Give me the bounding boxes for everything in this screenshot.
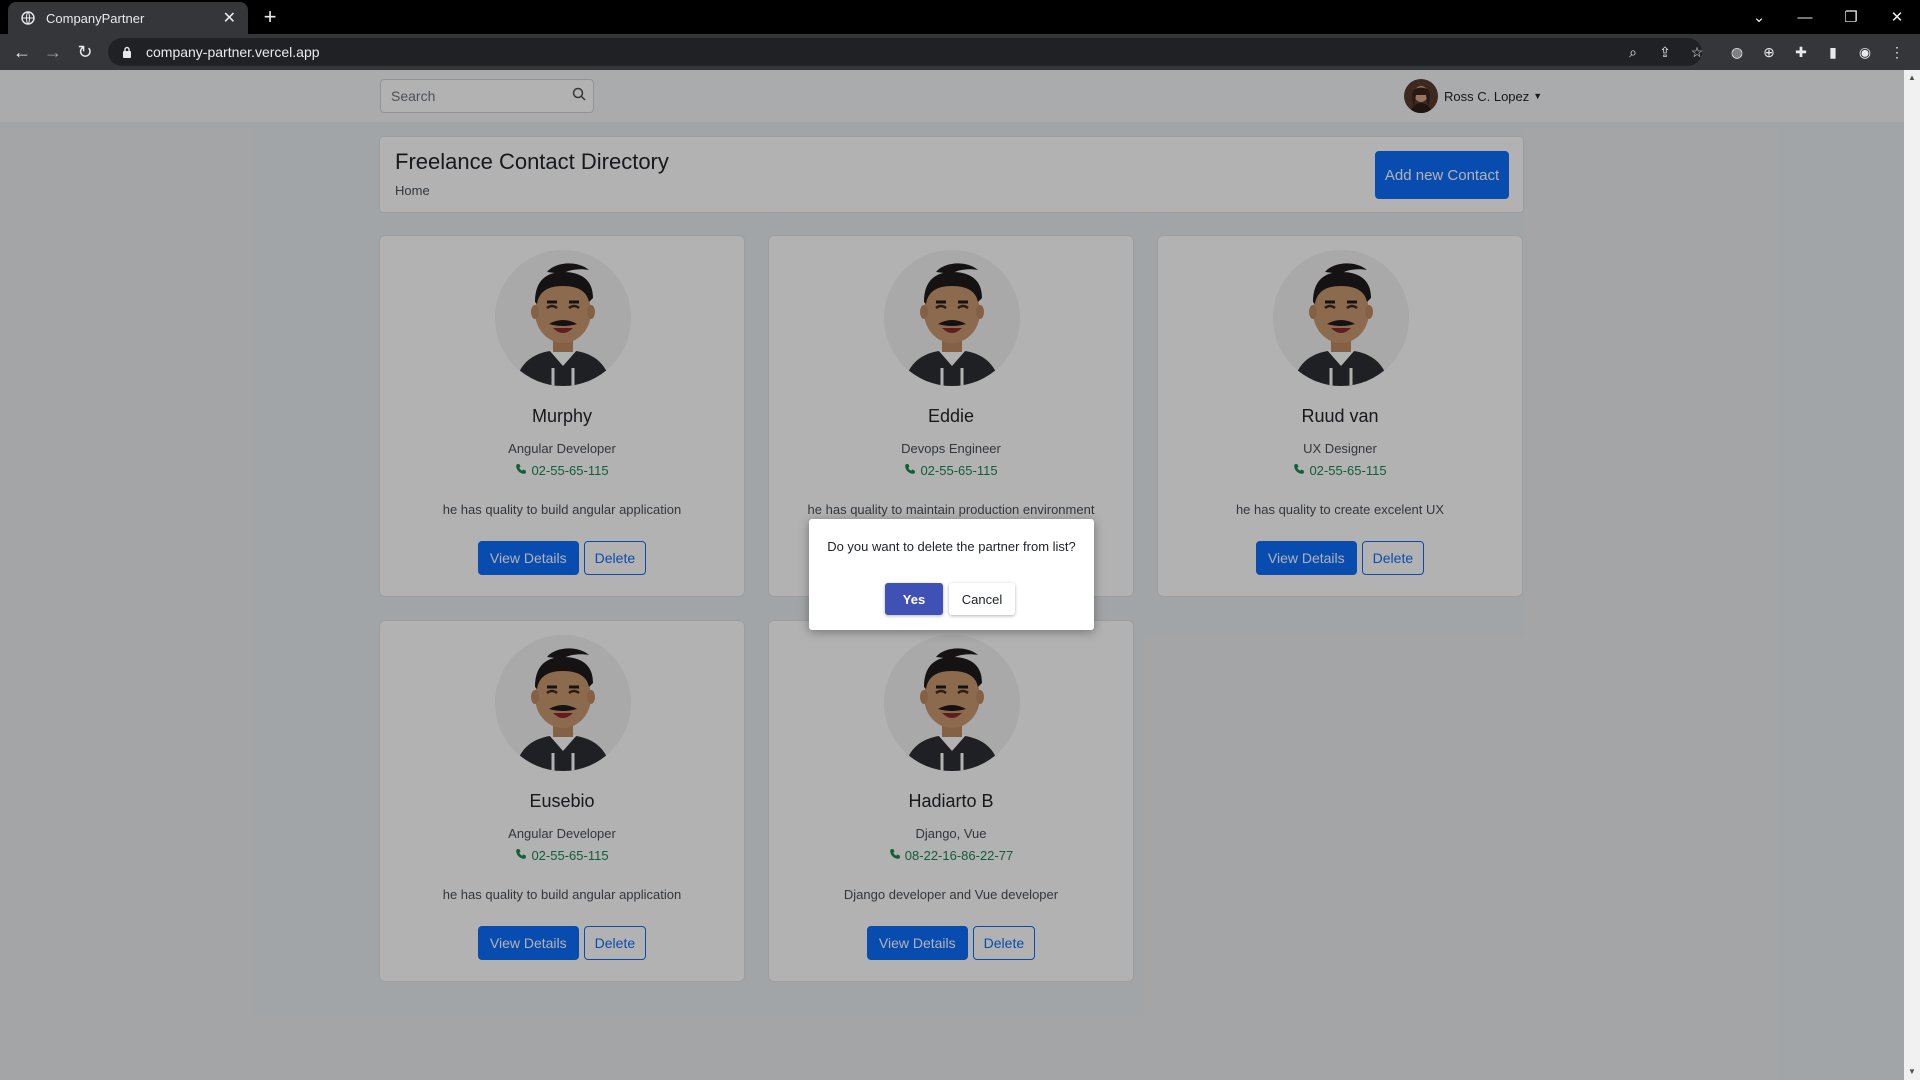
tab-title: CompanyPartner bbox=[46, 10, 145, 26]
restore-icon[interactable]: ❐ bbox=[1828, 0, 1874, 34]
browser-toolbar: ← → ↻ company-partner.vercel.app ⌕ ⇪ ☆ ◍… bbox=[0, 34, 1920, 70]
browser-tabbar: CompanyPartner ✕ + ⌄ — ❐ ✕ bbox=[0, 0, 1920, 34]
page-viewport: Ross C. Lopez ▼ Freelance Contact Direct… bbox=[0, 70, 1904, 1080]
extension-b-icon[interactable]: ⊕ bbox=[1759, 42, 1779, 62]
browser-tab[interactable]: CompanyPartner ✕ bbox=[8, 2, 248, 34]
minimize-icon[interactable]: — bbox=[1782, 0, 1828, 34]
menu-icon[interactable]: ⋮ bbox=[1887, 42, 1907, 62]
close-tab-icon[interactable]: ✕ bbox=[223, 8, 236, 28]
forward-icon[interactable]: → bbox=[41, 40, 65, 64]
new-tab-icon[interactable]: + bbox=[258, 5, 282, 29]
profile-icon[interactable]: ◉ bbox=[1855, 42, 1875, 62]
tab-search-icon[interactable]: ⌄ bbox=[1736, 0, 1782, 34]
scroll-down-icon[interactable]: ▼ bbox=[1904, 1064, 1920, 1080]
confirm-cancel-button[interactable]: Cancel bbox=[949, 583, 1015, 615]
dialog-message: Do you want to delete the partner from l… bbox=[827, 539, 1076, 554]
side-panel-icon[interactable]: ▮ bbox=[1823, 42, 1843, 62]
url-text: company-partner.vercel.app bbox=[146, 44, 320, 60]
star-icon[interactable]: ☆ bbox=[1687, 42, 1707, 62]
extension-a-icon[interactable]: ◍ bbox=[1727, 42, 1747, 62]
confirm-yes-button[interactable]: Yes bbox=[885, 583, 943, 615]
back-icon[interactable]: ← bbox=[10, 40, 34, 64]
zoom-icon[interactable]: ⌕ bbox=[1623, 42, 1643, 62]
address-bar[interactable]: company-partner.vercel.app bbox=[108, 38, 1702, 66]
lock-icon bbox=[122, 46, 134, 58]
scroll-up-icon[interactable]: ▲ bbox=[1904, 70, 1920, 86]
extensions-puzzle-icon[interactable]: ✚ bbox=[1791, 42, 1811, 62]
share-icon[interactable]: ⇪ bbox=[1655, 42, 1675, 62]
page-scrollbar[interactable]: ▲ ▼ bbox=[1904, 70, 1920, 1080]
reload-icon[interactable]: ↻ bbox=[73, 40, 97, 64]
close-window-icon[interactable]: ✕ bbox=[1874, 0, 1920, 34]
confirm-delete-dialog: Do you want to delete the partner from l… bbox=[809, 519, 1094, 630]
globe-icon bbox=[20, 10, 36, 26]
